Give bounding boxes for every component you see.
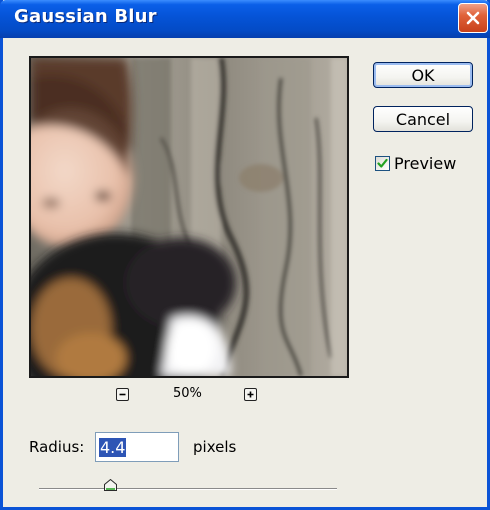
radius-input[interactable]: 4.4 — [95, 432, 179, 462]
cancel-button-label: Cancel — [395, 109, 451, 129]
cancel-button[interactable]: Cancel — [373, 106, 473, 132]
zoom-out-icon — [119, 393, 126, 396]
ok-button-label: OK — [411, 65, 435, 85]
checkmark-icon — [377, 158, 388, 168]
zoom-level: 50% — [173, 386, 202, 401]
radius-value: 4.4 — [99, 438, 127, 457]
dialog-title: Gaussian Blur — [14, 6, 157, 27]
title-bar[interactable]: Gaussian Blur — [0, 0, 490, 38]
preview-image[interactable] — [29, 56, 349, 378]
ok-button[interactable]: OK — [373, 62, 473, 88]
preview-checkbox-row[interactable]: Preview — [375, 154, 456, 173]
radius-label: Radius: — [29, 438, 85, 456]
zoom-in-button[interactable] — [244, 388, 257, 401]
radius-slider-track[interactable] — [39, 488, 337, 490]
zoom-in-icon — [247, 391, 254, 398]
zoom-out-button[interactable] — [116, 388, 129, 401]
preview-checkbox[interactable] — [375, 156, 390, 171]
gaussian-blur-dialog: Gaussian Blur OK Cancel Preview 50% Radi… — [0, 0, 490, 510]
close-icon — [466, 11, 480, 25]
preview-label: Preview — [394, 154, 457, 173]
radius-slider-thumb[interactable] — [104, 479, 118, 491]
units-label: pixels — [193, 438, 237, 456]
close-button[interactable] — [458, 3, 488, 33]
